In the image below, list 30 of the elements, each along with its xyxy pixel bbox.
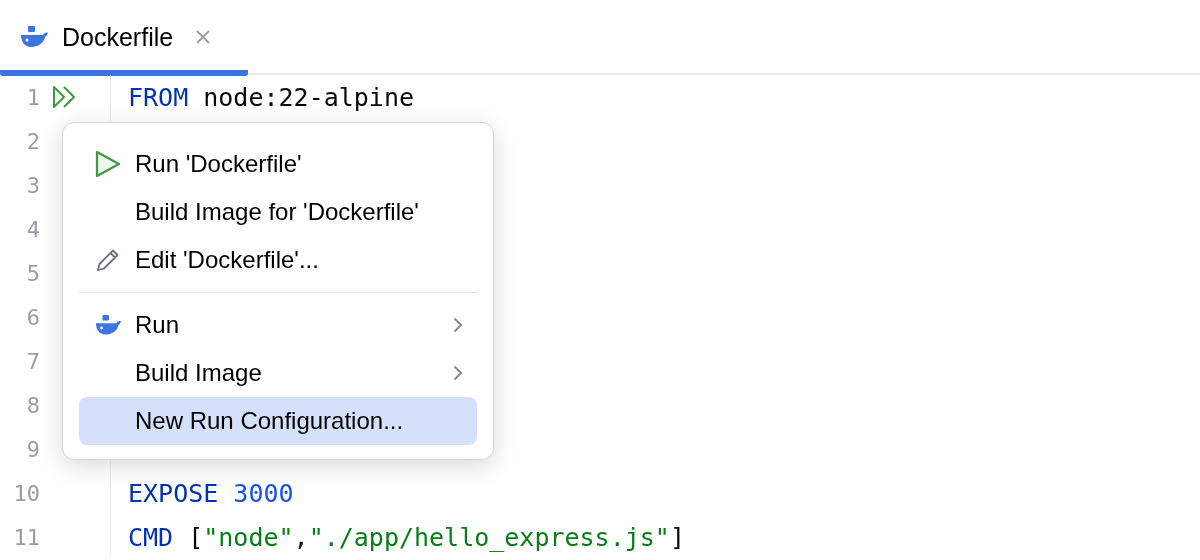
line-number: 5	[25, 260, 40, 286]
line-number: 11	[12, 524, 40, 550]
menu-item[interactable]: Build Image for 'Dockerfile'	[79, 188, 477, 236]
line-number: 9	[25, 436, 40, 462]
line-number: 1	[25, 84, 40, 110]
menu-item[interactable]: Run 'Dockerfile'	[79, 140, 477, 188]
menu-item[interactable]: New Run Configuration...	[79, 397, 477, 445]
run-gutter-icon[interactable]	[52, 84, 78, 110]
whale-icon	[20, 25, 50, 49]
line-number: 8	[25, 392, 40, 418]
pencil-icon	[95, 247, 121, 273]
tab-title: Dockerfile	[62, 22, 174, 52]
line-number: 10	[12, 480, 40, 506]
menu-item[interactable]: Edit 'Dockerfile'...	[79, 236, 477, 284]
code-line: EXPOSE 3000	[128, 478, 294, 508]
menu-item[interactable]: Build Image	[79, 349, 477, 397]
line-number: 6	[25, 304, 40, 330]
play-icon	[95, 150, 121, 178]
whale-icon	[95, 313, 123, 337]
code-line: FROM node:22-alpine	[128, 82, 414, 112]
menu-item[interactable]: Run	[79, 301, 477, 349]
editor-tab[interactable]: Dockerfile	[0, 0, 248, 76]
code-line: CMD ["node","./app/hello_express.js"]	[128, 522, 685, 552]
line-number: 2	[25, 128, 40, 154]
line-number: 4	[25, 216, 40, 242]
close-icon[interactable]	[195, 29, 212, 45]
chevron-right-icon	[453, 365, 463, 381]
line-number: 7	[25, 348, 40, 374]
chevron-right-icon	[453, 317, 463, 333]
line-number: 3	[25, 172, 40, 198]
